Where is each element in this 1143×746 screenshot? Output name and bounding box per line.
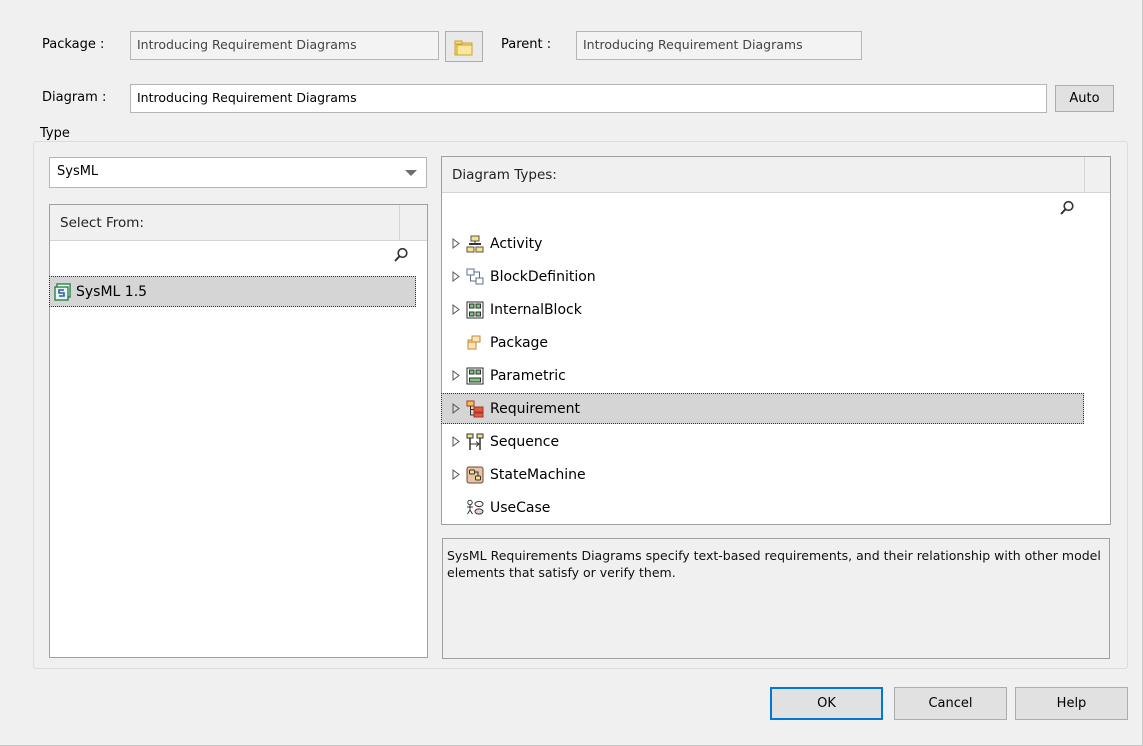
package-label: Package : (42, 37, 105, 52)
expand-arrow-icon[interactable] (448, 436, 464, 447)
tree-item-requirement[interactable]: Requirement (441, 393, 1084, 424)
new-diagram-dialog: Package : Introducing Requirement Diagra… (0, 0, 1143, 746)
block-definition-icon (466, 268, 484, 284)
diagram-types-panel: Diagram Types: Activity BlockDefinition … (441, 156, 1111, 525)
select-from-header-label: Select From: (60, 215, 144, 231)
tree-item-label: Parametric (490, 367, 566, 384)
search-icon[interactable] (1059, 200, 1075, 216)
state-machine-icon (466, 466, 484, 483)
type-combo[interactable]: SysML (49, 157, 427, 188)
folder-icon (454, 40, 473, 55)
tree-item-state-machine[interactable]: StateMachine (448, 461, 1084, 488)
parent-label: Parent : (501, 37, 552, 52)
parent-field: Introducing Requirement Diagrams (576, 31, 862, 60)
diagram-name-input[interactable]: Introducing Requirement Diagrams (130, 84, 1047, 113)
select-from-header: Select From: (50, 205, 427, 241)
tree-item-label: Package (490, 334, 549, 351)
tree-item-activity[interactable]: Activity (448, 230, 1084, 257)
header-divider (399, 205, 400, 241)
ok-button[interactable]: OK (770, 687, 883, 720)
internal-block-icon (466, 301, 484, 318)
expand-arrow-icon[interactable] (448, 370, 464, 381)
tree-item-use-case[interactable]: UseCase (448, 494, 1084, 521)
use-case-icon (467, 499, 484, 515)
tree-item-block-definition[interactable]: BlockDefinition (448, 263, 1084, 290)
tree-item-label: UseCase (490, 499, 551, 516)
browse-package-button[interactable] (445, 31, 483, 62)
header-divider (1084, 157, 1085, 193)
activity-diagram-icon (466, 235, 484, 252)
expand-arrow-icon[interactable] (448, 469, 464, 480)
tree-item-label: Requirement (490, 400, 581, 417)
cancel-button[interactable]: Cancel (894, 687, 1007, 720)
tree-item-sequence[interactable]: Sequence (448, 428, 1084, 455)
diagram-types-header-label: Diagram Types: (452, 167, 557, 183)
tree-item-label: StateMachine (490, 466, 586, 483)
tree-item-label: Activity (490, 235, 543, 252)
select-from-panel: Select From: SysML 1.5 (49, 204, 428, 658)
expand-arrow-icon[interactable] (448, 271, 464, 282)
sequence-icon (466, 433, 484, 450)
expand-arrow-icon[interactable] (448, 403, 464, 414)
tree-item-label: InternalBlock (490, 301, 582, 318)
tree-item-parametric[interactable]: Parametric (448, 362, 1084, 389)
type-combo-value: SysML (57, 164, 99, 179)
diagram-type-description: SysML Requirements Diagrams specify text… (442, 538, 1110, 659)
expand-arrow-icon[interactable] (448, 304, 464, 315)
tree-item-label: Sequence (490, 433, 560, 450)
tree-item-label: BlockDefinition (490, 268, 596, 285)
auto-button[interactable]: Auto (1055, 85, 1114, 112)
help-button[interactable]: Help (1015, 687, 1128, 720)
diagram-types-header: Diagram Types: (442, 157, 1110, 193)
expand-arrow-icon[interactable] (448, 238, 464, 249)
package-field: Introducing Requirement Diagrams (130, 31, 439, 60)
package-icon (467, 335, 481, 349)
parametric-icon (466, 367, 484, 384)
sysml-technology-icon (54, 282, 71, 301)
list-item-sysml-1-5[interactable]: SysML 1.5 (49, 276, 416, 307)
tree-item-package[interactable]: Package (448, 329, 1084, 356)
tree-item-internal-block[interactable]: InternalBlock (448, 296, 1084, 323)
search-icon[interactable] (393, 247, 409, 263)
list-item-label: SysML 1.5 (76, 283, 148, 300)
diagram-label: Diagram : (42, 90, 107, 105)
chevron-down-icon[interactable] (405, 170, 417, 176)
type-group-title: Type (38, 126, 74, 141)
requirement-icon (466, 400, 484, 417)
